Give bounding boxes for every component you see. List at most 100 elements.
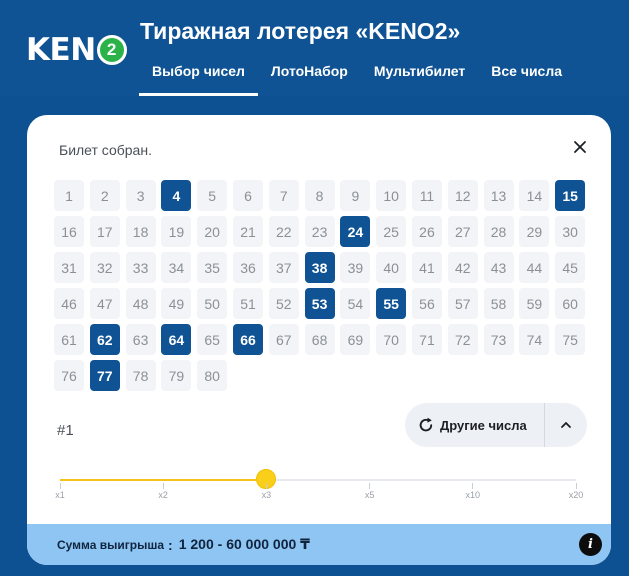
tab-number-selection[interactable]: Выбор чисел	[139, 60, 258, 96]
number-cell[interactable]: 12	[447, 180, 478, 211]
number-cell[interactable]: 32	[89, 252, 120, 283]
number-cell[interactable]: 8	[304, 180, 335, 211]
number-cell[interactable]: 36	[232, 252, 263, 283]
number-cell[interactable]: 4	[161, 180, 192, 211]
number-cell[interactable]: 22	[268, 216, 299, 247]
number-cell[interactable]: 79	[161, 360, 192, 391]
number-cell[interactable]: 54	[340, 288, 371, 319]
tick-mark	[59, 483, 61, 489]
number-cell[interactable]: 2	[89, 180, 120, 211]
tab-all-numbers[interactable]: Все числа	[478, 60, 575, 96]
number-cell[interactable]: 39	[340, 252, 371, 283]
multiplier-tick[interactable]: x5	[355, 483, 385, 500]
number-cell[interactable]: 38	[304, 252, 335, 283]
number-cell[interactable]: 23	[304, 216, 335, 247]
multiplier-slider[interactable]	[60, 469, 576, 489]
number-cell[interactable]: 80	[197, 360, 228, 391]
number-cell[interactable]: 17	[89, 216, 120, 247]
number-cell[interactable]: 18	[125, 216, 156, 247]
number-cell[interactable]: 7	[268, 180, 299, 211]
number-cell[interactable]: 57	[447, 288, 478, 319]
info-button[interactable]: i	[579, 533, 602, 556]
number-cell[interactable]: 65	[197, 324, 228, 355]
number-cell[interactable]: 55	[376, 288, 407, 319]
number-cell[interactable]: 25	[376, 216, 407, 247]
number-cell[interactable]: 61	[54, 324, 84, 355]
number-cell[interactable]: 50	[197, 288, 228, 319]
number-cell[interactable]: 70	[376, 324, 407, 355]
tab-multiticket[interactable]: Мультибилет	[361, 60, 478, 96]
number-cell[interactable]: 10	[376, 180, 407, 211]
number-cell[interactable]: 47	[89, 288, 120, 319]
number-cell[interactable]: 19	[161, 216, 192, 247]
prize-amount: 1 200 - 60 000 000 ₸	[178, 536, 310, 552]
number-cell[interactable]: 56	[411, 288, 442, 319]
number-cell[interactable]: 75	[555, 324, 586, 355]
number-cell[interactable]: 76	[54, 360, 84, 391]
number-cell[interactable]: 28	[483, 216, 514, 247]
number-cell[interactable]: 59	[519, 288, 550, 319]
number-cell[interactable]: 35	[197, 252, 228, 283]
number-cell[interactable]: 30	[555, 216, 586, 247]
number-cell[interactable]: 67	[268, 324, 299, 355]
number-cell[interactable]: 77	[89, 360, 120, 391]
number-cell[interactable]: 1	[54, 180, 84, 211]
number-cell[interactable]: 71	[411, 324, 442, 355]
number-cell[interactable]: 26	[411, 216, 442, 247]
number-cell[interactable]: 34	[161, 252, 192, 283]
number-cell[interactable]: 74	[519, 324, 550, 355]
number-cell[interactable]: 16	[54, 216, 84, 247]
tick-label: x3	[261, 490, 272, 500]
number-cell[interactable]: 49	[161, 288, 192, 319]
number-cell[interactable]: 20	[197, 216, 228, 247]
number-cell[interactable]: 73	[483, 324, 514, 355]
number-cell[interactable]: 29	[519, 216, 550, 247]
number-cell[interactable]: 21	[232, 216, 263, 247]
number-cell[interactable]: 11	[411, 180, 442, 211]
number-cell[interactable]: 40	[376, 252, 407, 283]
header: KEN 2 Тиражная лотерея «KENO2» Выбор чис…	[0, 0, 629, 96]
other-numbers-button[interactable]: Другие числа	[405, 403, 544, 447]
number-cell[interactable]: 14	[519, 180, 550, 211]
number-cell[interactable]: 60	[555, 288, 586, 319]
number-cell[interactable]: 42	[447, 252, 478, 283]
multiplier-tick[interactable]: x1	[45, 483, 75, 500]
number-cell[interactable]: 51	[232, 288, 263, 319]
keno-logo[interactable]: KEN 2	[26, 32, 127, 68]
close-button[interactable]	[569, 136, 591, 158]
number-cell[interactable]: 44	[519, 252, 550, 283]
number-cell[interactable]: 62	[89, 324, 120, 355]
number-cell[interactable]: 45	[555, 252, 586, 283]
number-cell[interactable]: 27	[447, 216, 478, 247]
number-cell[interactable]: 6	[232, 180, 263, 211]
number-cell[interactable]: 24	[340, 216, 371, 247]
number-cell[interactable]: 53	[304, 288, 335, 319]
number-cell[interactable]: 68	[304, 324, 335, 355]
number-cell[interactable]: 33	[125, 252, 156, 283]
number-cell[interactable]: 78	[125, 360, 156, 391]
multiplier-tick[interactable]: x3	[251, 483, 281, 500]
number-cell[interactable]: 5	[197, 180, 228, 211]
number-cell[interactable]: 48	[125, 288, 156, 319]
number-cell[interactable]: 64	[161, 324, 192, 355]
number-cell[interactable]: 9	[340, 180, 371, 211]
number-cell[interactable]: 66	[232, 324, 263, 355]
number-cell[interactable]: 13	[483, 180, 514, 211]
collapse-button[interactable]	[545, 403, 587, 447]
multiplier-tick[interactable]: x20	[561, 483, 591, 500]
number-cell[interactable]: 72	[447, 324, 478, 355]
number-cell[interactable]: 31	[54, 252, 84, 283]
multiplier-tick[interactable]: x10	[458, 483, 488, 500]
number-cell[interactable]: 43	[483, 252, 514, 283]
number-cell[interactable]: 63	[125, 324, 156, 355]
number-cell[interactable]: 15	[555, 180, 586, 211]
number-cell[interactable]: 3	[125, 180, 156, 211]
number-cell[interactable]: 41	[411, 252, 442, 283]
multiplier-tick[interactable]: x2	[148, 483, 178, 500]
number-cell[interactable]: 58	[483, 288, 514, 319]
number-cell[interactable]: 52	[268, 288, 299, 319]
number-cell[interactable]: 37	[268, 252, 299, 283]
tab-lotonabor[interactable]: ЛотоНабор	[258, 60, 361, 96]
number-cell[interactable]: 69	[340, 324, 371, 355]
number-cell[interactable]: 46	[54, 288, 84, 319]
